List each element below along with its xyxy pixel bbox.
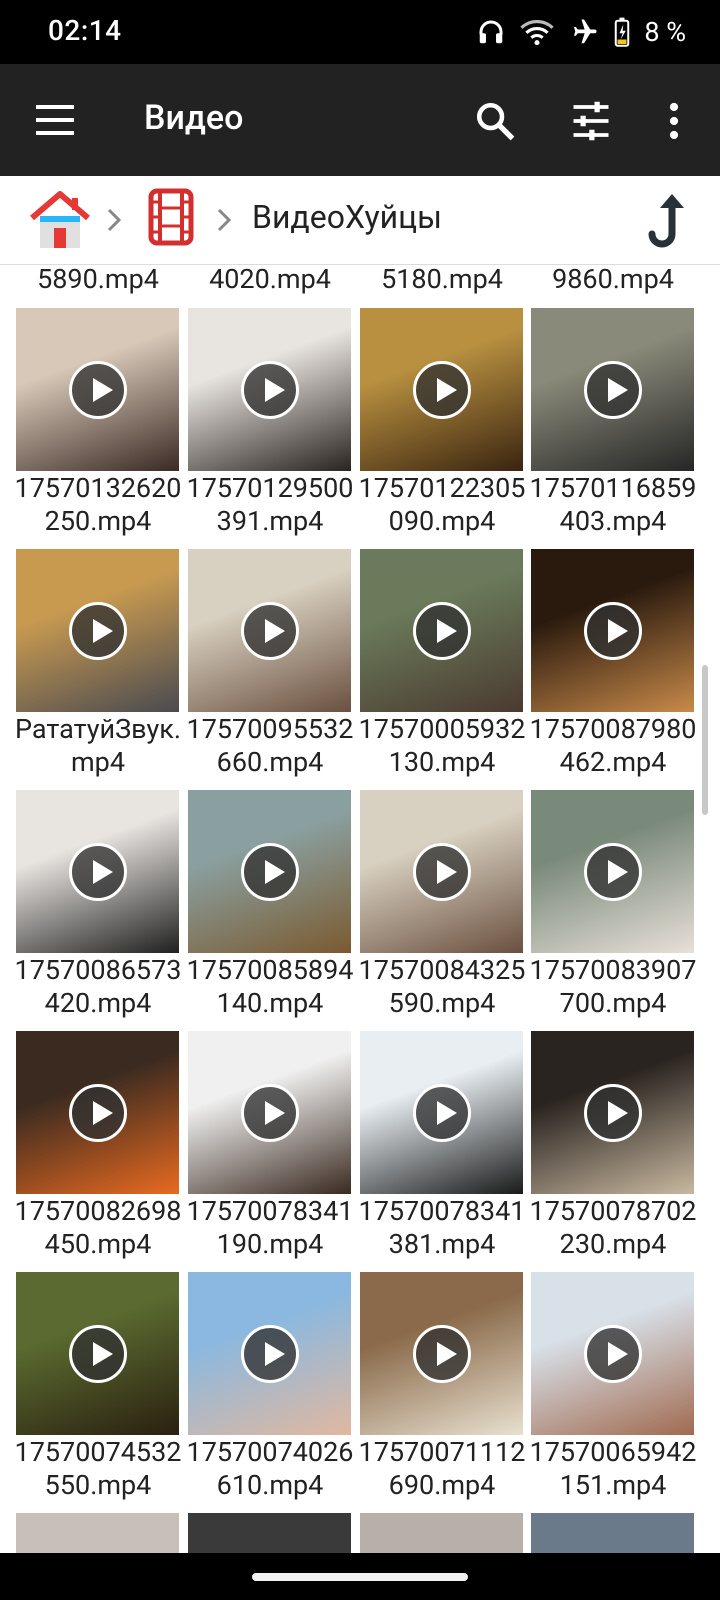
play-icon[interactable] (240, 1083, 299, 1142)
video-thumbnail[interactable] (188, 549, 351, 712)
video-thumbnail[interactable] (188, 1272, 351, 1435)
video-thumbnail[interactable] (16, 790, 179, 953)
play-icon[interactable] (240, 601, 299, 660)
play-icon[interactable] (583, 842, 642, 901)
battery-charging-icon (615, 17, 630, 47)
video-thumbnail[interactable] (16, 549, 179, 712)
file-name: РататуйЗву​к.mp4 (15, 713, 181, 778)
file-name: 1757006594​2151.mp4 (529, 1436, 697, 1501)
video-thumbnail-partial[interactable] (16, 1513, 179, 1553)
video-thumbnail[interactable] (188, 308, 351, 471)
video-thumbnail[interactable] (16, 1272, 179, 1435)
video-thumbnail-partial[interactable] (531, 1513, 694, 1553)
file-name: 1757008657​3420.mp4 (14, 954, 182, 1019)
file-name: 1757007834​1381.mp4 (358, 1195, 526, 1260)
search-icon[interactable] (474, 100, 516, 142)
play-icon[interactable] (240, 360, 299, 419)
video-thumbnail[interactable] (360, 790, 523, 953)
tune-icon[interactable] (570, 100, 612, 142)
app-toolbar: Видео (0, 64, 720, 176)
video-grid: 5890.mp4 4020.mp4 5180.mp4 9860.mp4 17570132… (0, 265, 720, 1553)
video-thumbnail[interactable] (360, 549, 523, 712)
file-name: 1757013262​0250.mp4 (14, 472, 182, 537)
video-thumbnail[interactable] (360, 1031, 523, 1194)
video-thumbnail-partial[interactable] (360, 1513, 523, 1553)
video-thumbnail[interactable] (360, 308, 523, 471)
more-vert-icon[interactable] (660, 100, 688, 142)
status-bar: 02:14 8 % (0, 0, 720, 64)
video-thumbnail[interactable] (188, 1031, 351, 1194)
page-title: Видео (144, 98, 244, 138)
up-arrow-icon[interactable] (648, 190, 688, 252)
headphones-icon (479, 20, 503, 44)
play-icon[interactable] (68, 360, 127, 419)
play-icon[interactable] (68, 842, 127, 901)
file-name: 1757008798​0462.mp4 (529, 713, 697, 778)
video-thumbnail[interactable] (188, 790, 351, 953)
play-icon[interactable] (583, 1083, 642, 1142)
airplane-mode-icon (574, 19, 597, 44)
file-name: 1757007834​1190.mp4 (186, 1195, 354, 1260)
file-name: 1757009553​2660.mp4 (186, 713, 354, 778)
video-thumbnail[interactable] (531, 1031, 694, 1194)
breadcrumb: ВидеоХуйцы (0, 176, 720, 265)
partial-file-name[interactable]: 5890.mp4 (12, 265, 184, 296)
chevron-right-icon (107, 208, 122, 232)
file-name: 1757012230​5090.mp4 (358, 472, 526, 537)
play-icon[interactable] (583, 360, 642, 419)
play-icon[interactable] (68, 1324, 127, 1383)
play-icon[interactable] (583, 1324, 642, 1383)
video-thumbnail[interactable] (531, 549, 694, 712)
partial-file-name[interactable]: 4020.mp4 (184, 265, 356, 296)
navigation-bar (0, 1553, 720, 1600)
status-icons: 8 % (476, 14, 686, 50)
video-thumbnail[interactable] (16, 1031, 179, 1194)
file-name: 1757011685​9403.mp4 (529, 472, 697, 537)
battery-percent: 8 % (644, 16, 686, 48)
file-name: 1757007111​2690.mp4 (358, 1436, 526, 1501)
breadcrumb-current-folder[interactable]: ВидеоХуйцы (252, 198, 442, 236)
video-thumbnail[interactable] (16, 308, 179, 471)
file-name: 1757008432​5590.mp4 (358, 954, 526, 1019)
play-icon[interactable] (412, 601, 471, 660)
video-thumbnail[interactable] (360, 1272, 523, 1435)
file-name: 1757008589​4140.mp4 (186, 954, 354, 1019)
video-thumbnail-partial[interactable] (188, 1513, 351, 1553)
file-name: 1757007453​2550.mp4 (14, 1436, 182, 1501)
menu-icon[interactable] (36, 102, 76, 138)
file-name: 1757007870​2230.mp4 (529, 1195, 697, 1260)
play-icon[interactable] (68, 1083, 127, 1142)
play-icon[interactable] (68, 601, 127, 660)
film-icon[interactable] (148, 188, 194, 246)
wifi-icon (520, 20, 554, 46)
scrollbar-thumb[interactable] (702, 665, 708, 815)
file-name: 1757008269​8450.mp4 (14, 1195, 182, 1260)
home-icon[interactable] (28, 188, 92, 252)
play-icon[interactable] (583, 601, 642, 660)
file-name: 1757012950​0391.mp4 (186, 472, 354, 537)
chevron-right-icon (217, 208, 232, 232)
video-thumbnail[interactable] (531, 790, 694, 953)
file-name: 1757007402​6610.mp4 (186, 1436, 354, 1501)
partial-file-name[interactable]: 5180.mp4 (356, 265, 528, 296)
play-icon[interactable] (412, 1083, 471, 1142)
video-thumbnail[interactable] (531, 308, 694, 471)
file-name: 1757000593​2130.mp4 (358, 713, 526, 778)
play-icon[interactable] (412, 842, 471, 901)
play-icon[interactable] (240, 1324, 299, 1383)
partial-file-name[interactable]: 9860.mp4 (527, 265, 699, 296)
status-time: 02:14 (48, 14, 122, 47)
play-icon[interactable] (240, 842, 299, 901)
file-name: 1757008390​7700.mp4 (529, 954, 697, 1019)
play-icon[interactable] (412, 360, 471, 419)
home-gesture-handle[interactable] (252, 1573, 468, 1581)
video-thumbnail[interactable] (531, 1272, 694, 1435)
play-icon[interactable] (412, 1324, 471, 1383)
